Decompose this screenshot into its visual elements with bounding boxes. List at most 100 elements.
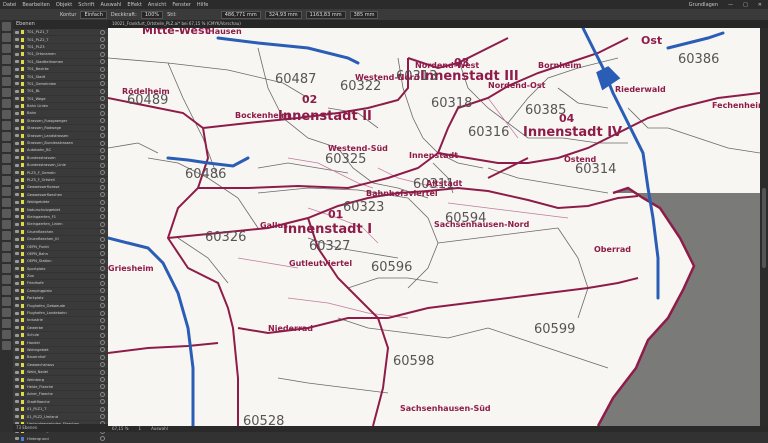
visibility-eye-icon[interactable] [15, 119, 19, 123]
visibility-eye-icon[interactable] [15, 45, 19, 49]
tool-button[interactable] [2, 231, 11, 240]
target-circle-icon[interactable] [100, 207, 105, 213]
visibility-eye-icon[interactable] [15, 415, 19, 418]
layer-row[interactable]: Bauernhof [13, 354, 108, 362]
target-circle-icon[interactable] [100, 236, 105, 242]
layer-row[interactable]: Gruenflaechen [13, 229, 108, 236]
target-circle-icon[interactable] [100, 288, 105, 294]
layer-row[interactable]: T01_PLZ1_T [13, 29, 108, 37]
layer-row[interactable]: Gewaesserflaechen [13, 192, 108, 199]
target-circle-icon[interactable] [100, 110, 105, 116]
layer-row[interactable]: Kleingaerten_F1 [13, 214, 108, 222]
visibility-eye-icon[interactable] [15, 67, 19, 71]
visibility-eye-icon[interactable] [15, 289, 19, 293]
target-circle-icon[interactable] [100, 118, 105, 124]
tool-button[interactable] [2, 88, 11, 97]
visibility-eye-icon[interactable] [15, 156, 19, 160]
layer-row[interactable]: Waldgebiete [13, 199, 108, 207]
visibility-eye-icon[interactable] [15, 222, 19, 226]
visibility-eye-icon[interactable] [15, 171, 19, 175]
visibility-eye-icon[interactable] [15, 363, 19, 367]
tool-button[interactable] [2, 110, 11, 119]
visibility-eye-icon[interactable] [15, 193, 19, 197]
layer-row[interactable]: Heide_Flaeche [13, 384, 108, 392]
menu-item-schrift[interactable]: Schrift [75, 2, 97, 8]
visibility-eye-icon[interactable] [15, 400, 19, 404]
tool-button[interactable] [2, 286, 11, 295]
menu-item-hilfe[interactable]: Hilfe [194, 2, 211, 8]
visibility-eye-icon[interactable] [15, 126, 19, 130]
visibility-eye-icon[interactable] [15, 281, 19, 285]
vertical-scrollbar[interactable] [760, 28, 768, 426]
tool-button[interactable] [2, 275, 11, 284]
visibility-eye-icon[interactable] [15, 215, 19, 219]
target-circle-icon[interactable] [100, 37, 105, 43]
layer-row[interactable]: T01_Wege [13, 96, 108, 103]
visibility-eye-icon[interactable] [15, 111, 19, 115]
tool-button[interactable] [2, 297, 11, 306]
layer-row[interactable]: Gewerbe [13, 325, 108, 333]
menu-item-datei[interactable]: Datei [0, 2, 19, 8]
target-circle-icon[interactable] [100, 399, 105, 405]
layer-row[interactable]: T01_Stadt [13, 73, 108, 81]
visibility-eye-icon[interactable] [15, 245, 19, 249]
layer-row[interactable]: Naturschutzgebiet [13, 206, 108, 214]
target-circle-icon[interactable] [100, 340, 105, 346]
layer-row[interactable]: Parkplatz [13, 295, 108, 303]
layer-row[interactable]: T01_Gemeinden [13, 81, 108, 89]
visibility-eye-icon[interactable] [15, 178, 19, 182]
target-circle-icon[interactable] [100, 384, 105, 390]
tool-button[interactable] [2, 99, 11, 108]
layer-row[interactable]: Industrie [13, 317, 108, 325]
visibility-eye-icon[interactable] [15, 30, 19, 34]
layer-row[interactable]: T01_PLZ2_T [13, 36, 108, 44]
tool-button[interactable] [2, 176, 11, 185]
target-circle-icon[interactable] [100, 436, 105, 442]
visibility-eye-icon[interactable] [15, 296, 19, 300]
target-circle-icon[interactable] [100, 258, 105, 264]
target-circle-icon[interactable] [100, 155, 105, 161]
layer-row[interactable]: T01_BL [13, 88, 108, 96]
layer-row[interactable]: Strassen_Fussgaenger [13, 118, 108, 126]
width-field[interactable]: 1163,83 mm [305, 10, 346, 19]
visibility-eye-icon[interactable] [15, 333, 19, 337]
artboard-number[interactable]: 1 [139, 426, 142, 432]
target-circle-icon[interactable] [100, 221, 105, 227]
target-circle-icon[interactable] [100, 88, 105, 94]
target-circle-icon[interactable] [100, 192, 105, 198]
tool-button[interactable] [2, 132, 11, 141]
tool-button[interactable] [2, 341, 11, 350]
tool-button[interactable] [2, 66, 11, 75]
target-circle-icon[interactable] [100, 29, 105, 35]
visibility-eye-icon[interactable] [15, 75, 19, 79]
visibility-eye-icon[interactable] [15, 82, 19, 86]
target-circle-icon[interactable] [100, 184, 105, 190]
menu-item-objekt[interactable]: Objekt [53, 2, 75, 8]
layer-row[interactable]: Weinberg [13, 376, 108, 384]
target-circle-icon[interactable] [100, 369, 105, 375]
tool-button[interactable] [2, 44, 11, 53]
target-circle-icon[interactable] [100, 317, 105, 323]
y-field[interactable]: 324,93 mm [264, 10, 302, 19]
layer-row[interactable]: Wald_Nadel [13, 369, 108, 377]
target-circle-icon[interactable] [100, 96, 105, 102]
layer-row[interactable]: PLZ5_F_Ortsteil [13, 177, 108, 185]
layer-row[interactable]: Hintergrund [13, 435, 108, 443]
maximize-icon[interactable]: □ [740, 2, 751, 8]
tool-button[interactable] [2, 22, 11, 31]
layer-row[interactable]: Flughafen_Gebaeude [13, 302, 108, 310]
tool-button[interactable] [2, 55, 11, 64]
visibility-eye-icon[interactable] [15, 52, 19, 56]
layer-row[interactable]: T01_Stadtteilnamen [13, 59, 108, 66]
target-circle-icon[interactable] [100, 244, 105, 250]
target-circle-icon[interactable] [100, 251, 105, 257]
target-circle-icon[interactable] [100, 332, 105, 338]
layer-row[interactable]: Strassen_Radwege [13, 125, 108, 133]
layer-row[interactable]: Wohngebiet [13, 347, 108, 355]
scrollbar-thumb[interactable] [762, 188, 766, 268]
visibility-eye-icon[interactable] [15, 341, 19, 345]
tool-button[interactable] [2, 198, 11, 207]
target-circle-icon[interactable] [100, 295, 105, 301]
menu-item-effekt[interactable]: Effekt [124, 2, 145, 8]
layer-row[interactable]: Schule [13, 332, 108, 340]
